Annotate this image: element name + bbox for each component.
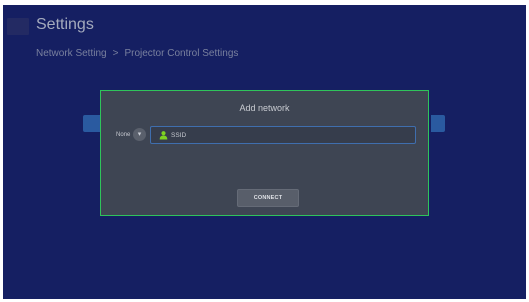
breadcrumb: Network Setting > Projector Control Settin… <box>36 48 238 59</box>
page-title: Settings <box>36 16 94 33</box>
breadcrumb-current: Projector Control Settings <box>124 48 239 59</box>
ssid-input[interactable] <box>171 128 401 142</box>
app-logo <box>7 18 29 35</box>
breadcrumb-separator: > <box>112 48 119 59</box>
settings-screen: Settings Network Setting > Projector Contr… <box>3 5 526 299</box>
ssid-field[interactable] <box>150 126 416 144</box>
dialog-title: Add network <box>239 103 290 113</box>
chevron-down-icon: ▾ <box>137 131 142 138</box>
user-icon <box>159 131 168 140</box>
background-list-item-right-edge <box>431 115 445 132</box>
security-dropdown-button[interactable]: ▾ <box>133 128 146 141</box>
connect-button[interactable]: CONNECT <box>237 189 299 207</box>
breadcrumb-parent[interactable]: Network Setting <box>36 48 107 59</box>
security-selected-value[interactable]: None <box>116 132 130 138</box>
add-network-dialog: Add network None ▾ CONNECT <box>100 90 429 216</box>
